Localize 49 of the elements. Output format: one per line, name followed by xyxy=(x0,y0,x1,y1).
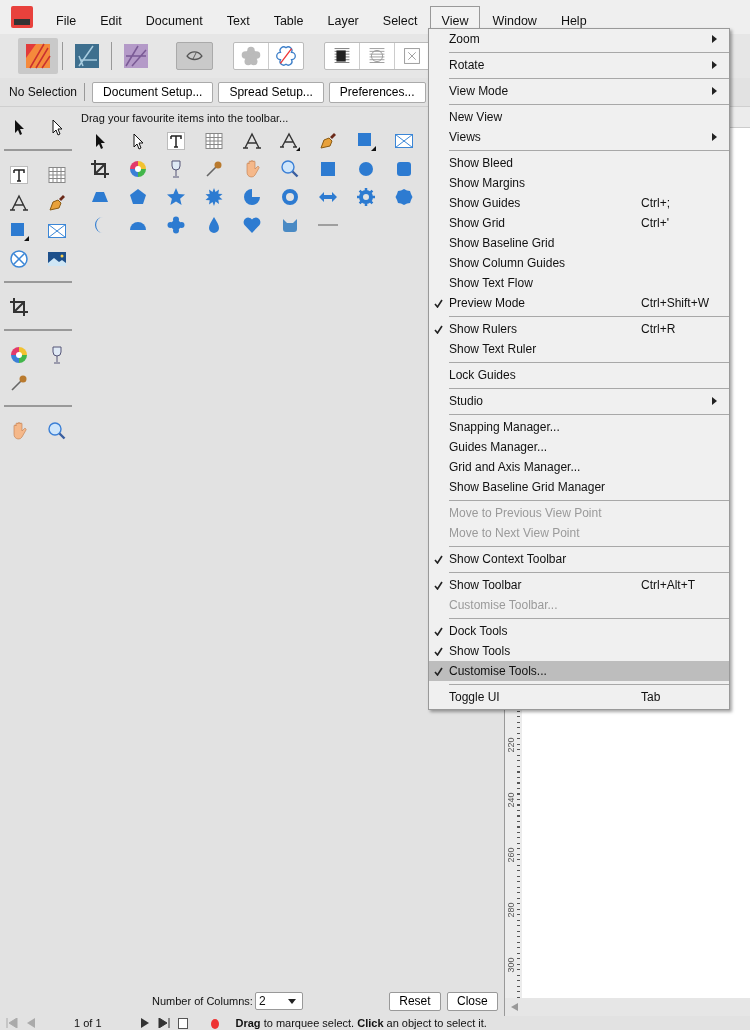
menu-entry[interactable]: Show Toolbar Ctrl+Alt+T xyxy=(429,575,729,595)
context-button[interactable]: Spread Setup... xyxy=(218,81,324,103)
menu-item[interactable]: Document xyxy=(133,5,215,35)
ruler-label: 220 xyxy=(506,736,516,755)
menu-entry[interactable]: Show Column Guides xyxy=(429,253,729,273)
menu-entry[interactable]: Show Context Toolbar xyxy=(429,549,729,569)
menu-entry[interactable]: Show Text Ruler xyxy=(429,339,729,359)
menu-entry[interactable]: Show Baseline Grid xyxy=(429,233,729,253)
menu-entry[interactable]: Grid and Axis Manager... xyxy=(429,457,729,477)
ruler-label: 260 xyxy=(506,846,516,865)
instruction-text: Drag your favourite items into the toolbar... xyxy=(81,112,289,124)
menu-item[interactable]: Select xyxy=(370,5,430,35)
page-indicator: 1 of 1 xyxy=(74,1017,102,1029)
menu-entry[interactable]: View Mode xyxy=(429,81,729,101)
menu-entry[interactable]: Lock Guides xyxy=(429,365,729,385)
menu-entry[interactable]: Show Bleed xyxy=(429,153,729,173)
selection-label: No Selection xyxy=(9,85,78,99)
menu-entry[interactable]: Show Grid Ctrl+' xyxy=(429,213,729,233)
menu-entry[interactable]: Customise Tools... xyxy=(429,661,729,681)
menu-entry[interactable]: Preview Mode Ctrl+Shift+W xyxy=(429,293,729,313)
menu-item[interactable]: Text xyxy=(214,5,262,35)
dialog-button[interactable]: Close xyxy=(446,991,498,1011)
context-button[interactable]: Document Setup... xyxy=(92,81,214,103)
menu-entry[interactable]: Dock Tools xyxy=(429,621,729,641)
menu-item[interactable]: Table xyxy=(261,5,316,35)
menu-entry[interactable]: Guides Manager... xyxy=(429,437,729,457)
ruler-label: 280 xyxy=(506,901,516,920)
menu-entry[interactable]: Snapping Manager... xyxy=(429,417,729,437)
menu-entry[interactable]: Studio xyxy=(429,391,729,411)
menu-entry[interactable]: Show Rulers Ctrl+R xyxy=(429,319,729,339)
columns-dropdown[interactable]: 2 xyxy=(254,992,304,1010)
columns-label: Number of Columns: xyxy=(152,995,253,1007)
menu-entry[interactable]: Show Baseline Grid Manager xyxy=(429,477,729,497)
menu-entry[interactable]: New View xyxy=(429,107,729,127)
context-button[interactable]: Preferences... xyxy=(328,81,426,103)
ruler-label: 300 xyxy=(506,956,516,975)
menu-entry[interactable]: Show Guides Ctrl+; xyxy=(429,193,729,213)
menu-entry[interactable]: Show Text Flow xyxy=(429,273,729,293)
menu-entry[interactable]: Toggle UI Tab xyxy=(429,687,729,707)
menu-entry[interactable]: Show Tools xyxy=(429,641,729,661)
menu-entry[interactable]: Rotate xyxy=(429,55,729,75)
menu-entry[interactable]: Show Margins xyxy=(429,173,729,193)
menu-entry[interactable]: Views xyxy=(429,127,729,147)
menu-item[interactable]: Layer xyxy=(315,5,371,35)
dialog-button[interactable]: Reset xyxy=(389,991,441,1011)
ruler-label: 240 xyxy=(506,791,516,810)
menu-item[interactable]: File xyxy=(45,5,89,35)
status-hint: Drag to marquee select. Click an object to select it. xyxy=(235,1017,487,1029)
menu-item[interactable]: Edit xyxy=(88,5,134,35)
